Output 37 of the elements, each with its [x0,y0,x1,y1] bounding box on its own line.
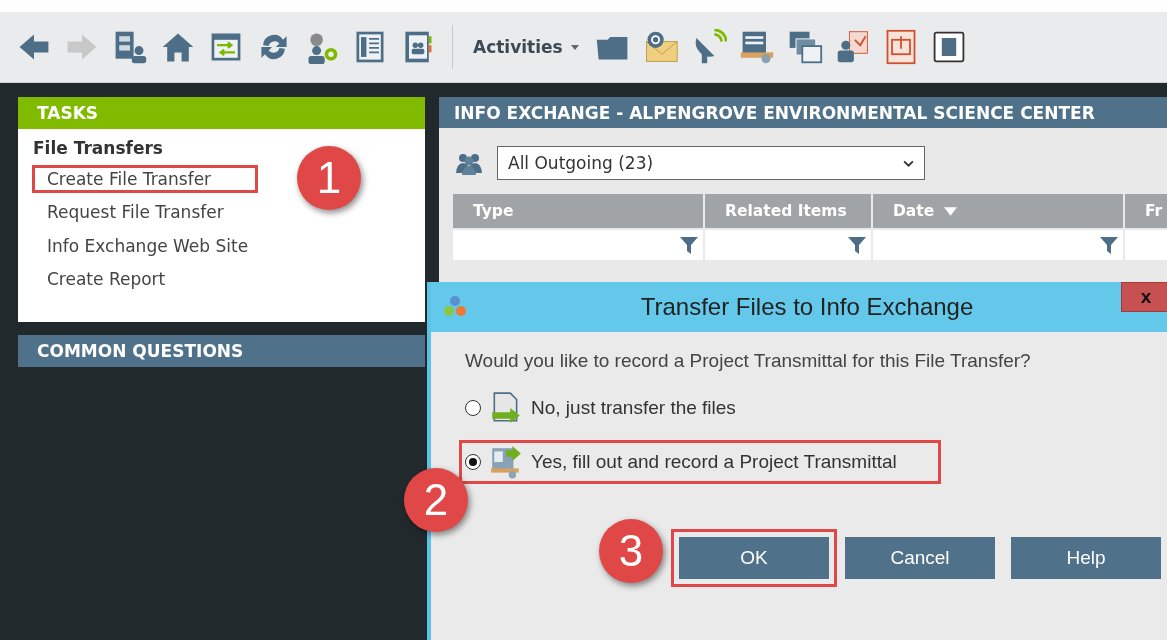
step-number-badge: 2 [404,468,468,532]
radio-button[interactable] [465,454,481,470]
filter-cell[interactable] [705,230,871,260]
panel-title: INFO EXCHANGE - ALPENGROVE ENVIRONMENTAL SCIENCE CENTER [439,97,1167,128]
close-button[interactable]: x [1121,282,1167,312]
filter-icon [847,235,867,255]
chevron-down-icon [903,159,914,167]
task-link[interactable]: Create Report [32,265,213,294]
task-link[interactable]: Request File Transfer [32,198,271,227]
sort-down-icon [944,206,958,216]
hexagons-icon [443,295,467,319]
filter-icon [679,235,699,255]
common-questions-header: COMMON QUESTIONS [18,335,425,367]
filter-dropdown[interactable]: All Outgoing (23) [497,146,925,180]
document-arrow-icon [489,391,523,425]
filter-icon [1099,235,1119,255]
section-title: File Transfers [33,138,164,158]
dialog-title: Transfer Files to Info Exchange [639,293,975,321]
filter-cell[interactable] [873,230,1123,260]
option-label: Yes, fill out and record a Project Transmittal [531,451,897,473]
question-text: Would you like to record a Project Transmittal for this File Transfer? [465,350,1032,372]
users-icon [455,151,483,175]
document-package-icon [489,445,523,479]
step-number-badge: 3 [599,519,663,583]
caret-icon [570,44,579,50]
dialog-button[interactable]: OK [671,529,837,587]
document-stack-icon[interactable] [738,29,775,65]
option-label: No, just transfer the files [531,397,736,419]
activities-menu[interactable]: Activities [469,37,583,57]
radio-button[interactable] [465,400,481,416]
task-link[interactable]: Info Exchange Web Site [32,231,296,260]
step-number-badge: 1 [297,146,361,210]
filter-cell[interactable] [453,230,703,260]
option-row[interactable]: No, just transfer the files [459,386,941,430]
task-link[interactable]: Create File Transfer [32,164,259,193]
option-row[interactable]: Yes, fill out and record a Project Transmittal [459,440,941,484]
tasks-header: TASKS [18,97,425,129]
